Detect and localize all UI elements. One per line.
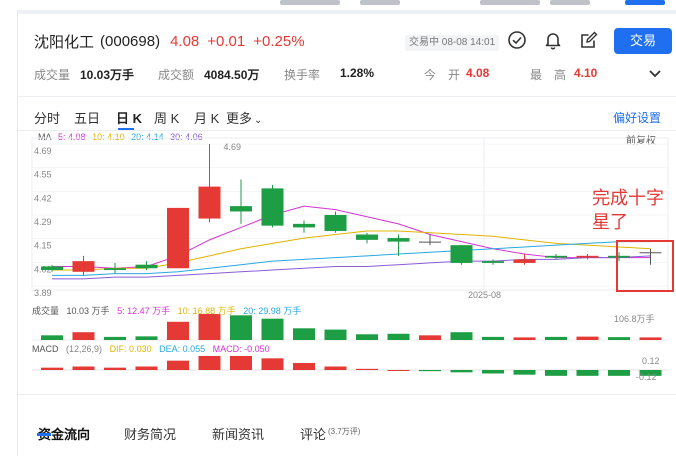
macd-bar [72,366,95,370]
volume-bar [576,336,599,340]
y-tick-label: 4.42 [34,193,52,203]
candle-body [104,268,126,271]
volume-bar [419,335,441,340]
macd-bar [198,356,221,370]
macd-bar [104,367,126,370]
volume-bar [198,314,221,340]
y-tick-label: 3.89 [34,288,52,298]
candle-body [293,223,315,228]
macd-bar [324,366,347,370]
bottom-active-tab-indicator [37,433,51,436]
volume-bar [639,337,662,340]
cropped-top-strip [0,0,676,10]
candle-body [419,241,441,243]
macd-label: MACD [32,344,59,354]
volume-bar [482,336,504,340]
macd-bar [387,370,410,371]
candle-body [135,264,158,269]
volume-bar [135,336,158,340]
macd-bar [608,370,630,376]
macd-bar [293,363,315,370]
volume-bar [545,336,567,340]
ma10-line [52,230,651,271]
volume-axis-max: 106.8万手 [614,313,655,324]
volume-bar [324,329,347,340]
candle-body [72,261,95,272]
macd-bar [545,370,567,376]
volume-bar [167,321,189,340]
volume-value: 10.03 万手 [66,306,110,316]
tab-financials[interactable]: 财务简况 [124,424,176,443]
candle-body [513,259,536,263]
candle-body [167,207,189,269]
y-tick-label: 4.69 [34,146,52,156]
volume-bar [41,335,63,340]
macd-bar [41,367,63,370]
stock-detail-panel: 沈阳化工 (000698) 4.08 +0.01 +0.25% 交易中 08-0… [18,14,676,456]
volume-ma5: 5: 12.47 万手 [117,306,171,316]
tab-comments-label: 评论 [300,427,327,442]
annotation-box [616,240,674,292]
macd-bar [450,370,473,373]
kline-chart[interactable]: 4.694.554.424.294.154.023.892025-084.691… [18,14,676,394]
macd-legend: MACD (12,26,9) DIF: 0.030 DEA: 0.055 MAC… [32,344,275,354]
macd-bar [356,368,378,370]
annotation-text: 完成十字星了 [592,188,664,232]
macd-dif: DIF: 0.030 [109,344,152,354]
candle-body [450,245,473,263]
volume-ma10: 10: 16.88 万手 [177,306,236,316]
left-sidebar-edge [0,10,18,456]
candle-body [356,234,378,240]
tab-news[interactable]: 新闻资讯 [212,424,264,443]
candle-body [387,238,410,242]
macd-bar [135,366,158,370]
volume-bar [450,332,473,340]
candle-body [482,261,504,263]
volume-bar [72,332,95,340]
candle-body [545,255,567,258]
volume-bar [513,337,536,340]
bottom-divider [18,394,676,395]
macd-bar [230,356,252,370]
volume-bar [293,328,315,340]
tab-comments[interactable]: 评论 (3.7万评) [300,424,360,443]
macd-bar [261,358,284,370]
high-price-label: 4.69 [224,142,242,152]
macd-axis-bottom: -0.12 [636,372,657,382]
x-tick-label: 2025-08 [468,290,501,300]
volume-bar [261,318,284,340]
y-tick-label: 4.55 [34,170,52,180]
candle-body [198,186,221,219]
candle-body [324,215,347,231]
volume-label: 成交量 [32,306,60,316]
macd-bar [482,370,504,374]
comments-count: (3.7万评) [328,426,361,436]
macd-bar [167,360,189,370]
macd-bar [576,370,599,376]
candle-body [41,266,63,271]
volume-bar [387,333,410,340]
volume-bar [104,336,126,340]
macd-dea: DEA: 0.055 [159,344,206,354]
macd-bar [419,370,441,372]
macd-bar [513,370,536,375]
candle-body [230,206,252,212]
macd-axis-top: 0.12 [642,356,660,366]
y-tick-label: 4.29 [34,217,52,227]
volume-bar [356,334,378,340]
candle-body [576,255,599,258]
volume-bar [230,315,252,340]
candle-body [261,188,284,226]
volume-ma20: 20: 29.98 万手 [243,306,302,316]
macd-params: (12,26,9) [66,344,103,354]
ma20-line [52,241,651,276]
y-tick-label: 4.15 [34,241,52,251]
volume-legend: 成交量 10.03 万手 5: 12.47 万手 10: 16.88 万手 20… [32,304,306,317]
volume-bar [608,337,630,340]
macd-macd: MACD: -0.050 [212,344,270,354]
